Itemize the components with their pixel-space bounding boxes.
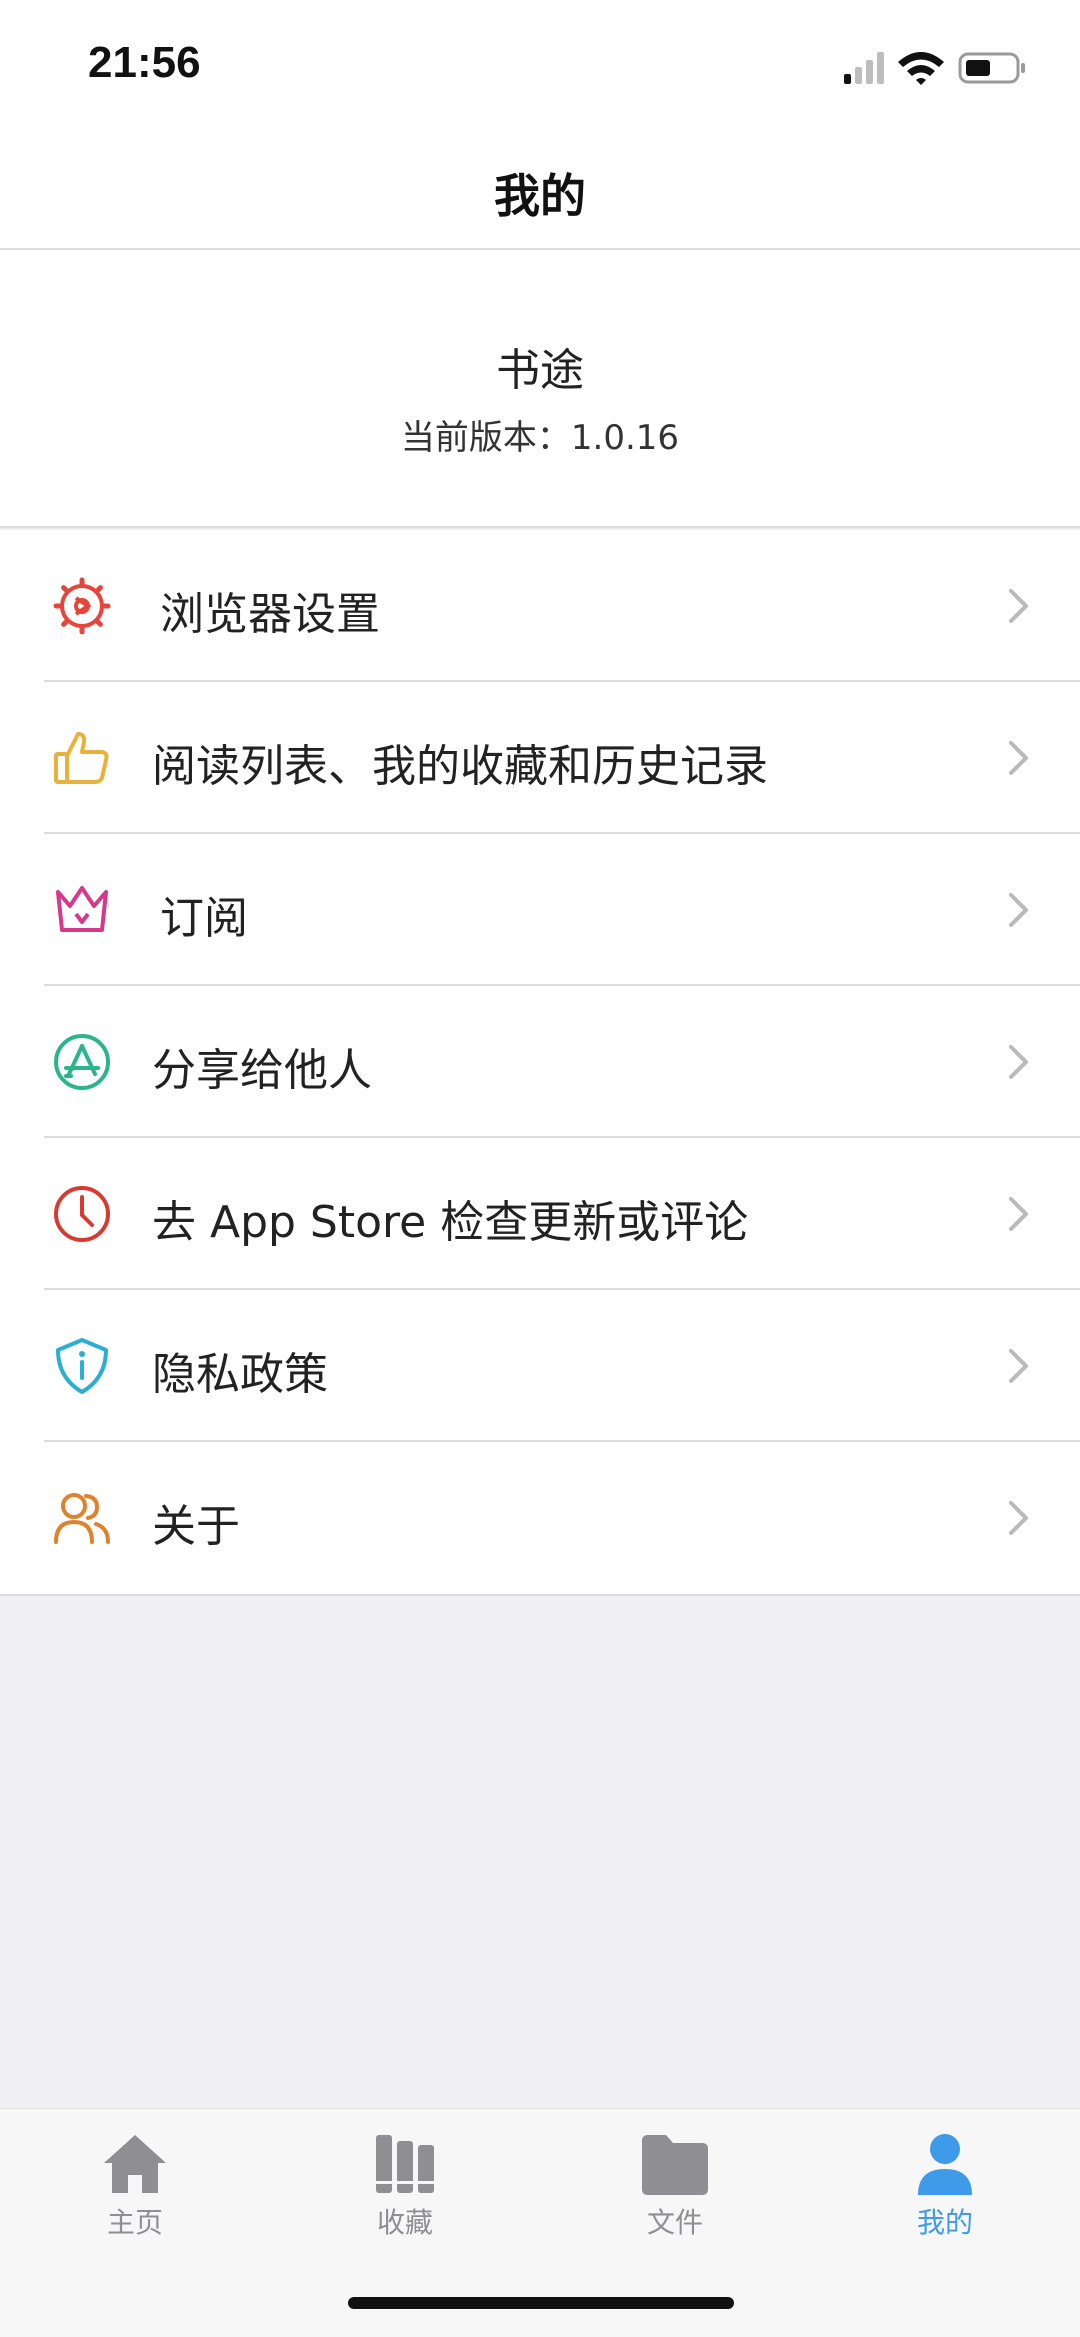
app-version: 当前版本：1.0.16 <box>400 418 680 458</box>
tab-mine[interactable]: 我的 <box>810 2119 1080 2249</box>
thumbs-up-icon <box>54 732 109 784</box>
menu-item-app-store[interactable]: 去 App Store 检查更新或评论 <box>0 1138 1080 1290</box>
menu-item-share[interactable]: 分享给他人 <box>0 986 1080 1138</box>
menu-item-privacy-policy[interactable]: 隐私政策 <box>0 1290 1080 1442</box>
menu-item-label: 订阅 <box>160 893 248 944</box>
menu-item-label: 分享给他人 <box>152 1045 372 1096</box>
chevron-right-icon <box>1009 1349 1028 1383</box>
shield-info-icon <box>56 1338 108 1394</box>
chevron-right-icon <box>1009 589 1028 623</box>
app-store-icon <box>54 1034 110 1090</box>
chevron-right-icon <box>1009 1045 1028 1079</box>
settings-menu: 浏览器设置 阅读列表、我的收藏和历史记录 订阅 分享给他人 去 App Stor… <box>0 530 1080 1596</box>
tab-label: 文件 <box>646 2206 703 2239</box>
battery-icon <box>958 52 1025 84</box>
menu-item-subscription[interactable]: 订阅 <box>0 834 1080 986</box>
chevron-right-icon <box>1009 741 1028 775</box>
status-icons <box>838 48 1028 88</box>
menu-item-label: 隐私政策 <box>152 1349 328 1400</box>
tab-favorites[interactable]: 收藏 <box>270 2119 540 2249</box>
app-name: 书途 <box>496 345 584 396</box>
books-icon <box>376 2135 434 2193</box>
tab-label: 我的 <box>916 2206 973 2239</box>
menu-item-label: 阅读列表、我的收藏和历史记录 <box>152 741 768 792</box>
home-indicator[interactable] <box>348 2297 734 2309</box>
menu-item-reading-list[interactable]: 阅读列表、我的收藏和历史记录 <box>0 682 1080 834</box>
chevron-right-icon <box>1009 1501 1028 1535</box>
status-time: 21:56 <box>88 38 201 87</box>
menu-item-label: 关于 <box>152 1501 240 1552</box>
menu-item-about[interactable]: 关于 <box>0 1442 1080 1594</box>
tab-files[interactable]: 文件 <box>540 2119 810 2249</box>
clock-icon <box>54 1186 110 1242</box>
chevron-right-icon <box>1009 1197 1028 1231</box>
page-title: 我的 <box>494 169 586 223</box>
app-root: 21:56 我的 书途 当前版本：1.0.16 浏览器设置 阅读列表、我的收藏和… <box>0 0 1080 2337</box>
cellular-signal-icon <box>844 52 884 84</box>
menu-item-browser-settings[interactable]: 浏览器设置 <box>0 530 1080 682</box>
tab-home[interactable]: 主页 <box>0 2119 270 2249</box>
status-bar: 21:56 <box>0 0 1080 130</box>
menu-item-label: 去 App Store 检查更新或评论 <box>152 1197 749 1248</box>
menu-item-label: 浏览器设置 <box>160 589 380 640</box>
users-icon <box>54 1493 110 1544</box>
person-icon <box>918 2134 972 2195</box>
chevron-right-icon <box>1009 893 1028 927</box>
wifi-icon <box>898 52 944 85</box>
tab-label: 主页 <box>106 2206 163 2239</box>
settings-gear-icon <box>53 577 111 635</box>
folder-icon <box>642 2135 708 2195</box>
app-info-section: 书途 当前版本：1.0.16 <box>0 250 1080 528</box>
home-icon <box>104 2135 166 2193</box>
nav-bar: 我的 <box>0 130 1080 250</box>
crown-icon <box>56 886 108 932</box>
tab-label: 收藏 <box>376 2206 433 2239</box>
